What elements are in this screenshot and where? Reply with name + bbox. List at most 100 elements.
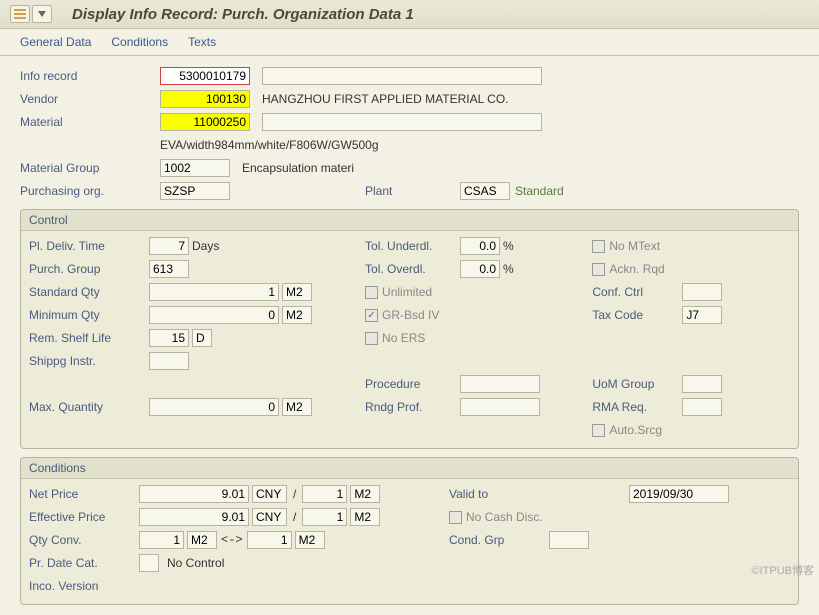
- deliv-input[interactable]: [149, 237, 189, 255]
- incov-label: Inco. Version: [29, 579, 139, 593]
- prdate-input[interactable]: [139, 554, 159, 572]
- rndg-input[interactable]: [460, 398, 540, 416]
- eff-per[interactable]: [302, 508, 347, 526]
- plant-desc: Standard: [515, 184, 564, 198]
- valid-label: Valid to: [449, 487, 549, 501]
- noers-checkbox[interactable]: [365, 332, 378, 345]
- unlimited-label: Unlimited: [382, 285, 432, 299]
- eff-curr[interactable]: [252, 508, 287, 526]
- nocash-label: No Cash Disc.: [466, 510, 543, 524]
- eff-input[interactable]: [139, 508, 249, 526]
- maxqty-label: Max. Quantity: [29, 400, 149, 414]
- stdqty-label: Standard Qty: [29, 285, 149, 299]
- plant-input[interactable]: [460, 182, 510, 200]
- tolunder-input[interactable]: [460, 237, 500, 255]
- acknrqd-label: Ackn. Rqd: [609, 262, 664, 276]
- valid-input[interactable]: [629, 485, 729, 503]
- stdqty-input[interactable]: [149, 283, 279, 301]
- days-label: Days: [192, 239, 219, 253]
- menubar: General Data Conditions Texts: [0, 29, 819, 56]
- noers-label: No ERS: [382, 331, 425, 345]
- grbsd-label: GR-Bsd IV: [382, 308, 439, 322]
- vendor-input[interactable]: [160, 90, 250, 108]
- matgroup-label: Material Group: [20, 161, 160, 175]
- net-uom[interactable]: [350, 485, 380, 503]
- qtyconv-label: Qty Conv.: [29, 533, 139, 547]
- eff-uom[interactable]: [350, 508, 380, 526]
- eff-label: Effective Price: [29, 510, 139, 524]
- condgrp-label: Cond. Grp: [449, 533, 549, 547]
- maxqty-uom[interactable]: [282, 398, 312, 416]
- confctrl-input[interactable]: [682, 283, 722, 301]
- menu-conditions[interactable]: Conditions: [111, 35, 168, 49]
- porg-label: Purchasing org.: [20, 184, 160, 198]
- autosrcg-checkbox[interactable]: [592, 424, 605, 437]
- deliv-label: Pl. Deliv. Time: [29, 239, 149, 253]
- shelf-label: Rem. Shelf Life: [29, 331, 149, 345]
- menu-general-data[interactable]: General Data: [20, 35, 91, 49]
- confctrl-label: Conf. Ctrl: [592, 285, 682, 299]
- condgrp-input[interactable]: [549, 531, 589, 549]
- control-title: Control: [21, 210, 798, 231]
- taxcode-input[interactable]: [682, 306, 722, 324]
- minqty-uom[interactable]: [282, 306, 312, 324]
- arrow-icon: <->: [221, 533, 243, 547]
- pgroup-label: Purch. Group: [29, 262, 149, 276]
- info-record-input[interactable]: [160, 67, 250, 85]
- shippg-input[interactable]: [149, 352, 189, 370]
- material-label: Material: [20, 115, 160, 129]
- prdate-label: Pr. Date Cat.: [29, 556, 139, 570]
- autosrcg-label: Auto.Srcg: [609, 423, 662, 437]
- shippg-label: Shippg Instr.: [29, 354, 149, 368]
- qtyconv2-input[interactable]: [247, 531, 292, 549]
- net-per[interactable]: [302, 485, 347, 503]
- matgroup-desc: Encapsulation materi: [242, 161, 354, 175]
- minqty-input[interactable]: [149, 306, 279, 324]
- nomtext-label: No MText: [609, 239, 660, 253]
- material-desc-input[interactable]: [262, 113, 542, 131]
- stdqty-uom[interactable]: [282, 283, 312, 301]
- procedure-label: Procedure: [365, 377, 460, 391]
- info-record-desc[interactable]: [262, 67, 542, 85]
- plant-label: Plant: [365, 184, 460, 198]
- maxqty-input[interactable]: [149, 398, 279, 416]
- page-title: Display Info Record: Purch. Organization…: [72, 6, 414, 23]
- menu-texts[interactable]: Texts: [188, 35, 216, 49]
- material-desc-text: EVA/width984mm/white/F806W/GW500g: [160, 138, 379, 152]
- uomgroup-input[interactable]: [682, 375, 722, 393]
- qtyconv2-uom[interactable]: [295, 531, 325, 549]
- prdate-desc: No Control: [167, 556, 224, 570]
- pct2: %: [503, 262, 514, 276]
- watermark: ©ITPUB博客: [752, 562, 815, 578]
- tolover-input[interactable]: [460, 260, 500, 278]
- rmareq-input[interactable]: [682, 398, 722, 416]
- grbsd-checkbox[interactable]: [365, 309, 378, 322]
- porg-input[interactable]: [160, 182, 230, 200]
- info-record-label: Info record: [20, 69, 160, 83]
- menu-icon[interactable]: [10, 5, 30, 23]
- rmareq-label: RMA Req.: [592, 400, 682, 414]
- uomgroup-label: UoM Group: [592, 377, 682, 391]
- net-input[interactable]: [139, 485, 249, 503]
- qtyconv1-input[interactable]: [139, 531, 184, 549]
- unlimited-checkbox[interactable]: [365, 286, 378, 299]
- tolunder-label: Tol. Underdl.: [365, 239, 460, 253]
- taxcode-label: Tax Code: [592, 308, 682, 322]
- tolover-label: Tol. Overdl.: [365, 262, 460, 276]
- pgroup-input[interactable]: [149, 260, 189, 278]
- dropdown-icon[interactable]: [32, 5, 52, 23]
- net-curr[interactable]: [252, 485, 287, 503]
- procedure-input[interactable]: [460, 375, 540, 393]
- shelf-input[interactable]: [149, 329, 189, 347]
- nomtext-checkbox[interactable]: [592, 240, 605, 253]
- conditions-title: Conditions: [21, 458, 798, 479]
- acknrqd-checkbox[interactable]: [592, 263, 605, 276]
- nocash-checkbox[interactable]: [449, 511, 462, 524]
- qtyconv1-uom[interactable]: [187, 531, 217, 549]
- shelf-unit[interactable]: [192, 329, 212, 347]
- matgroup-input[interactable]: [160, 159, 230, 177]
- rndg-label: Rndg Prof.: [365, 400, 460, 414]
- minqty-label: Minimum Qty: [29, 308, 149, 322]
- vendor-label: Vendor: [20, 92, 160, 106]
- material-input[interactable]: [160, 113, 250, 131]
